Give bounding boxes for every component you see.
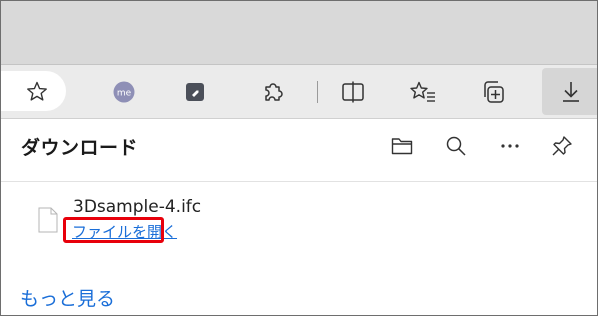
me-badge-text: me — [117, 89, 132, 99]
collections-icon[interactable] — [477, 76, 509, 108]
favorites-icon[interactable] — [407, 76, 439, 108]
title-bar — [1, 1, 597, 65]
see-more-link[interactable]: もっと見る — [20, 284, 115, 311]
browser-window: me ダウンロード 3Dsample-4.ifc ファイルを開く もっと見る — [0, 0, 598, 316]
browser-toolbar: me — [1, 65, 597, 119]
toolbar-separator — [317, 81, 318, 103]
downloads-panel: ダウンロード 3Dsample-4.ifc ファイルを開く もっと見る — [1, 119, 597, 315]
folder-icon[interactable] — [387, 131, 417, 161]
search-icon[interactable] — [441, 131, 471, 161]
file-name: 3Dsample-4.ifc — [73, 197, 202, 217]
highlight-annotation — [63, 217, 164, 243]
download-icon — [555, 76, 587, 108]
star-outline-icon[interactable] — [21, 76, 53, 108]
split-screen-icon[interactable] — [337, 76, 369, 108]
pin-icon[interactable] — [547, 131, 577, 161]
puzzle-extensions-icon[interactable] — [257, 76, 289, 108]
file-icon — [37, 207, 59, 233]
downloads-button[interactable] — [542, 68, 597, 115]
panel-title: ダウンロード — [21, 137, 139, 159]
more-icon[interactable] — [495, 131, 525, 161]
panel-divider — [1, 181, 597, 182]
tag-extension-icon[interactable] — [179, 76, 211, 108]
me-profile-icon[interactable]: me — [108, 76, 140, 108]
